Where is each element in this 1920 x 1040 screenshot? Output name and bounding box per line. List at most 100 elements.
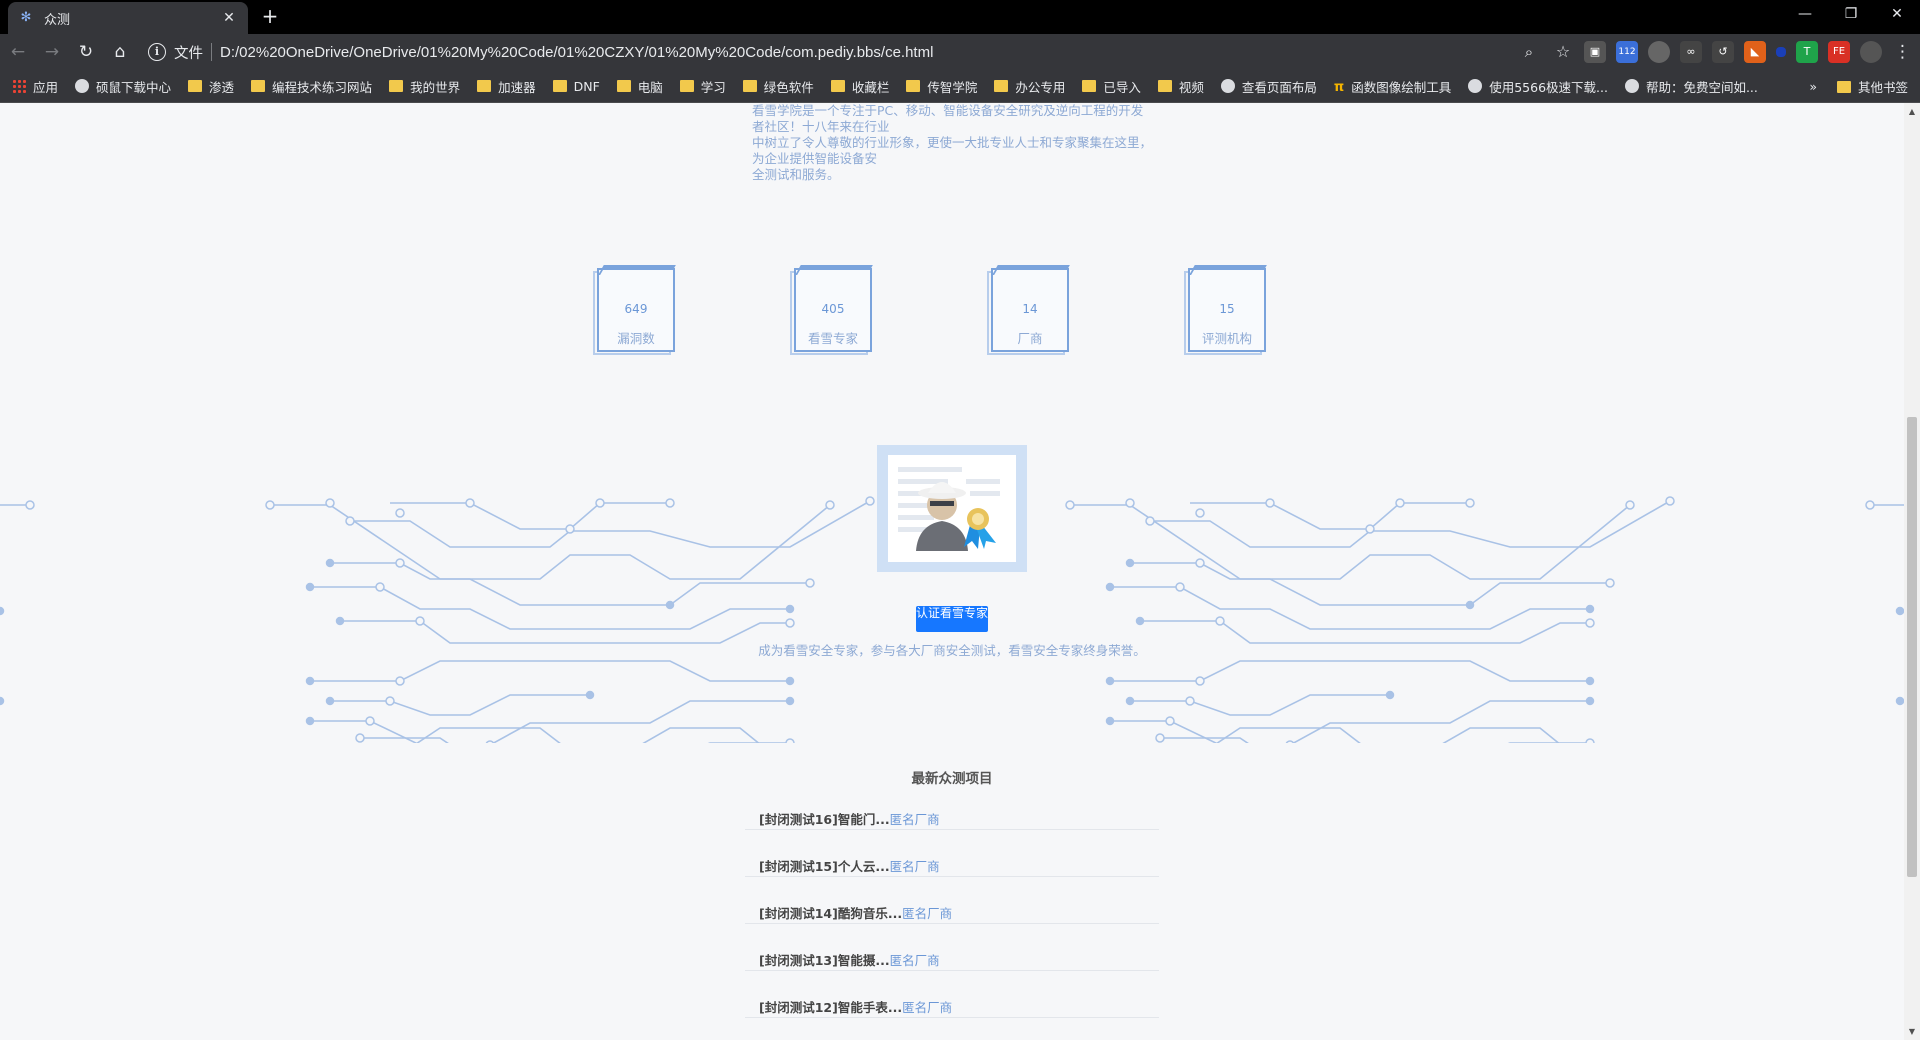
bookmark-label: 函数图像绘制工具 <box>1351 79 1452 95</box>
stat-value: 405 <box>821 302 845 316</box>
bookmark-item[interactable]: 收藏栏 <box>830 77 889 96</box>
folder-icon <box>188 80 203 92</box>
restore-icon[interactable]: ❐ <box>1828 0 1874 30</box>
project-row[interactable]: [封闭测试12]智能手表... 匿名厂商 <box>745 971 1159 1018</box>
folder-icon <box>389 80 404 92</box>
bookmark-item[interactable]: 电脑 <box>616 77 663 96</box>
toolbar-actions: ⌕ ☆ ▣ 112 ∞ ↺ ◣ T FE ⋮ <box>1516 34 1911 70</box>
profile-avatar-icon[interactable] <box>1860 41 1882 63</box>
tab-close-icon[interactable]: ✕ <box>220 10 238 26</box>
project-vendor[interactable]: 匿名厂商 <box>902 997 952 1016</box>
apps-icon <box>12 79 26 93</box>
extension-round-icon[interactable] <box>1648 41 1670 63</box>
project-row[interactable]: [封闭测试16]智能门... 匿名厂商 <box>745 783 1159 830</box>
bookmark-item[interactable]: 使用5566极速下载... <box>1468 77 1608 96</box>
other-bookmarks-label: 其他书签 <box>1857 80 1908 95</box>
stat-card: 405 看雪专家 <box>790 265 873 355</box>
url-text[interactable]: D:/02%20OneDrive/OneDrive/01%20My%20Code… <box>220 44 933 61</box>
folder-tab-icon <box>598 265 676 275</box>
scroll-down-icon[interactable]: ▼ <box>1904 1027 1920 1036</box>
bookmark-item[interactable]: 绿色软件 <box>742 77 814 96</box>
bookmark-item[interactable]: 帮助：免费空间如... <box>1624 77 1758 96</box>
back-icon[interactable]: ← <box>2 38 34 66</box>
intro-line-1: 看雪学院是一个专注于PC、移动、智能设备安全研究及逆向工程的开发者社区！十八年来… <box>752 103 1144 134</box>
scrollbar-thumb[interactable] <box>1907 417 1917 877</box>
site-info-icon[interactable]: i <box>148 43 166 61</box>
bookmark-star-icon[interactable]: ☆ <box>1552 38 1574 66</box>
stat-label: 漏洞数 <box>617 331 655 346</box>
extension-orange-icon[interactable]: ◣ <box>1744 41 1766 63</box>
project-name[interactable]: [封闭测试13]智能摄... <box>759 950 890 969</box>
extension-blue-icon[interactable] <box>1776 47 1786 57</box>
home-icon[interactable]: ⌂ <box>104 38 136 66</box>
zoom-icon[interactable]: ⌕ <box>1518 38 1540 66</box>
extension-reader-icon[interactable]: ▣ <box>1584 41 1606 63</box>
forward-icon[interactable]: → <box>36 38 68 66</box>
project-vendor[interactable]: 匿名厂商 <box>890 809 940 828</box>
reload-icon[interactable]: ↻ <box>70 38 102 66</box>
bookmark-label: 查看页面布局 <box>1241 79 1317 95</box>
stat-value: 649 <box>624 302 648 316</box>
globe-icon <box>1468 79 1483 93</box>
bookmark-item[interactable]: DNF <box>552 79 600 94</box>
globe-icon <box>1220 79 1235 93</box>
extension-badge-icon[interactable]: 112 <box>1616 41 1638 63</box>
bookmark-item[interactable]: 传智学院 <box>906 77 977 96</box>
page-scrollbar[interactable]: ▲ ▼ <box>1904 103 1920 1040</box>
folder-icon <box>552 80 567 92</box>
minimize-icon[interactable]: — <box>1782 0 1828 30</box>
bookmark-item[interactable]: 加速器 <box>477 77 536 96</box>
bookmark-item[interactable]: 已导入 <box>1082 77 1141 96</box>
project-vendor[interactable]: 匿名厂商 <box>902 903 952 922</box>
folder-tab-icon <box>1189 265 1267 275</box>
globe-icon <box>75 79 90 93</box>
address-bar[interactable]: i 文件 D:/02%20OneDrive/OneDrive/01%20My%2… <box>148 38 1458 66</box>
project-row[interactable]: [封闭测试15]个人云... 匿名厂商 <box>745 830 1159 877</box>
bookmark-label: 我的世界 <box>410 79 461 95</box>
extension-glasses-icon[interactable]: ∞ <box>1680 41 1702 63</box>
project-name[interactable]: [封闭测试12]智能手表... <box>759 997 902 1016</box>
bookmark-item[interactable]: 办公专用 <box>994 77 1065 96</box>
bookmarks-right: » 其他书签 <box>1809 70 1908 103</box>
folder-icon <box>830 80 845 92</box>
project-row[interactable]: [封闭测试14]酷狗音乐... 匿名厂商 <box>745 877 1159 924</box>
project-vendor[interactable]: 匿名厂商 <box>890 856 940 875</box>
close-window-icon[interactable]: ✕ <box>1874 0 1920 30</box>
stat-value: 15 <box>1219 302 1235 316</box>
extension-green-icon[interactable]: T <box>1796 41 1818 63</box>
certify-expert-button[interactable]: 认证看雪专家 <box>916 606 988 632</box>
browser-toolbar: ← → ↻ ⌂ i 文件 D:/02%20OneDrive/OneDrive/0… <box>0 34 1920 70</box>
folder-icon <box>679 80 694 92</box>
project-name[interactable]: [封闭测试15]个人云... <box>759 856 890 875</box>
bookmark-item[interactable]: 应用 <box>12 77 58 96</box>
bookmark-label: 使用5566极速下载... <box>1489 79 1608 95</box>
menu-icon[interactable]: ⋮ <box>1894 38 1911 66</box>
project-name[interactable]: [封闭测试14]酷狗音乐... <box>759 903 902 922</box>
project-name[interactable]: [封闭测试16]智能门... <box>759 809 890 828</box>
folder-tab-icon <box>795 265 873 275</box>
folder-icon <box>906 80 921 92</box>
extension-history-icon[interactable]: ↺ <box>1712 41 1734 63</box>
bookmark-item[interactable]: 学习 <box>679 77 726 96</box>
project-vendor[interactable]: 匿名厂商 <box>890 950 940 969</box>
bookmark-item[interactable]: π 函数图像绘制工具 <box>1334 77 1451 96</box>
bookmark-label: 已导入 <box>1103 79 1141 95</box>
project-row[interactable]: [封闭测试13]智能摄... 匿名厂商 <box>745 924 1159 971</box>
pi-icon: π <box>1333 80 1345 95</box>
bookmark-item[interactable]: 我的世界 <box>389 77 460 96</box>
bookmark-item[interactable]: 编程技术练习网站 <box>251 77 372 96</box>
scroll-up-icon[interactable]: ▲ <box>1904 107 1920 116</box>
bookmark-item[interactable]: 查看页面布局 <box>1220 77 1317 96</box>
tab-active[interactable]: ✻ 众测 ✕ <box>8 2 248 34</box>
bookmark-item[interactable]: 硕鼠下载中心 <box>75 77 171 96</box>
tab-strip: ✻ 众测 ✕ + — ❐ ✕ <box>0 0 1920 34</box>
bookmark-item[interactable]: 视频 <box>1157 77 1204 96</box>
bookmark-label: 应用 <box>33 79 59 95</box>
other-bookmarks[interactable]: 其他书签 <box>1836 77 1908 96</box>
omnibox-divider <box>211 43 212 61</box>
bookmark-item[interactable]: 渗透 <box>188 77 234 96</box>
new-tab-button[interactable]: + <box>258 5 282 29</box>
bookmarks-overflow-button[interactable]: » <box>1809 79 1817 94</box>
extension-fe-icon[interactable]: FE <box>1828 41 1850 63</box>
certificate-expert-icon <box>898 467 1000 551</box>
